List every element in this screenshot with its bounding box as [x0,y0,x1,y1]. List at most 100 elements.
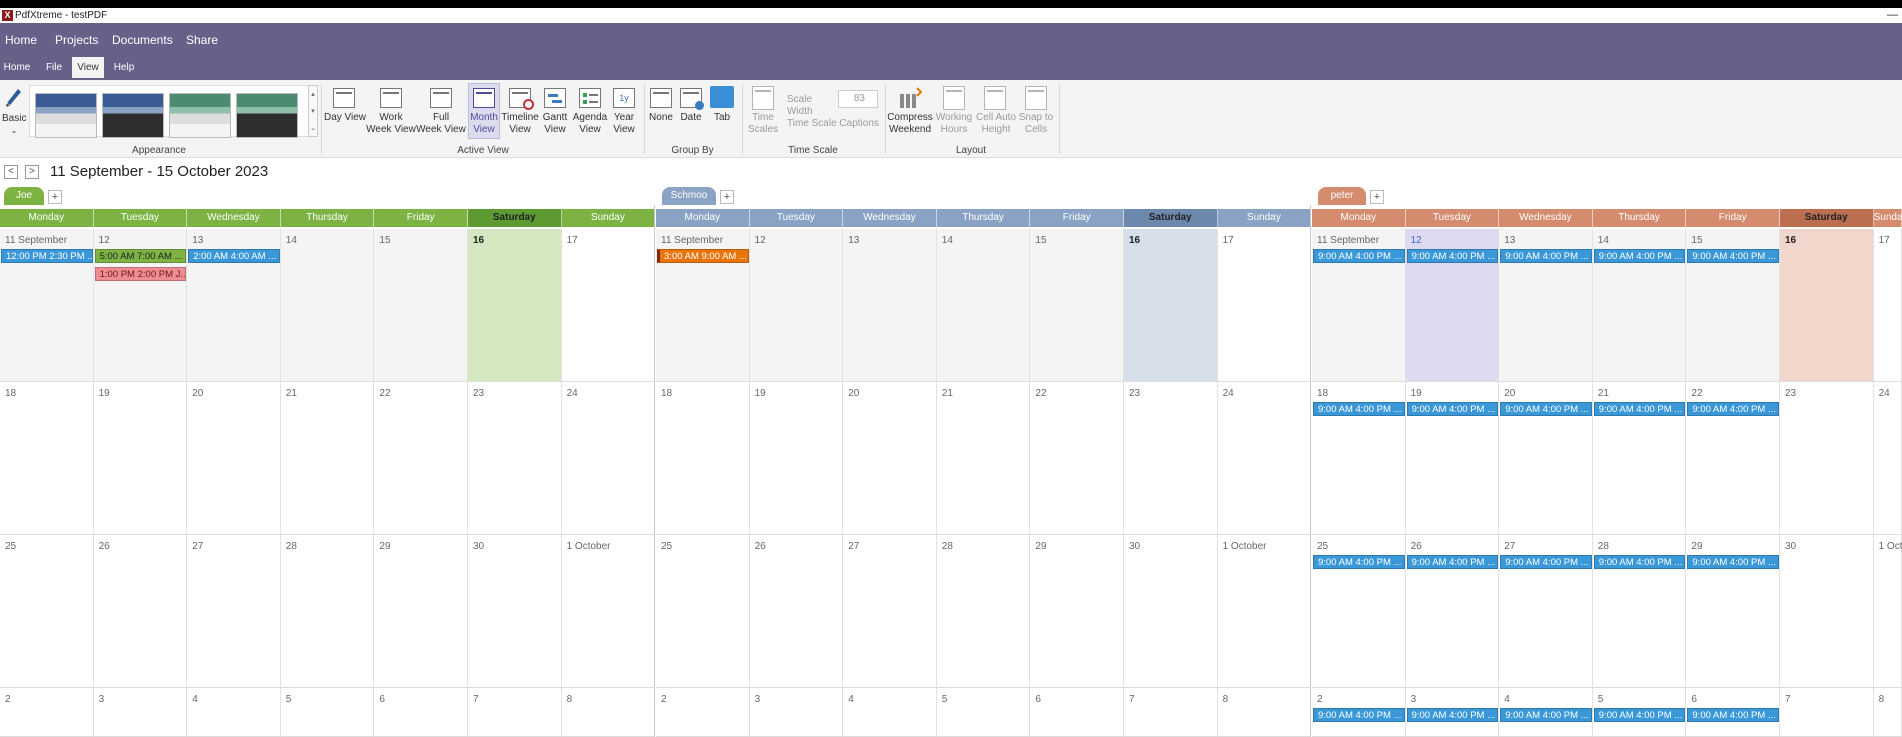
appointment[interactable]: 9:00 AM 4:00 PM ... [1313,708,1405,722]
day-cell[interactable]: 22 [1030,382,1124,535]
day-cell[interactable]: 8 [1217,688,1312,737]
day-cell[interactable]: 25 [0,535,94,688]
day-cell[interactable]: 13 [843,229,937,382]
group-by-tab-button[interactable]: Tab [706,112,738,124]
gallery-scroll[interactable]: ▴ ▾ ⌄ [308,85,318,137]
day-cell[interactable]: 18 [656,382,750,535]
day-cell[interactable]: 28 [280,535,375,688]
day-cell[interactable]: 29 [1030,535,1124,688]
timeline-view-button-line2[interactable]: View [500,124,540,136]
menu-home[interactable]: Home [5,33,37,47]
appointment[interactable]: 9:00 AM 4:00 PM ... [1406,249,1499,263]
prev-period-button[interactable]: < [4,165,18,179]
appointment[interactable]: 1:00 PM 2:00 PM J... [94,267,187,281]
day-cell[interactable]: 15 [1030,229,1124,382]
month-view-button-line1[interactable]: Month [466,112,502,124]
appointment[interactable]: 9:00 AM 4:00 PM ... [1593,249,1686,263]
time-scale-captions-dropdown[interactable]: Time Scale Captions [787,118,879,130]
group-by-none-button[interactable]: None [645,112,677,124]
day-cell[interactable]: 17 [1217,229,1312,382]
day-cell[interactable]: 17 [561,229,656,382]
gantt-view-button-line1[interactable]: Gantt [538,112,572,124]
group-by-date-button[interactable]: Date [676,112,706,124]
theme-swatch-green-dark[interactable] [236,93,298,138]
day-cell[interactable]: 19 [93,382,188,535]
day-cell[interactable]: 1 October [1217,535,1312,688]
resource-tab-schmoo[interactable]: Schmoo [662,187,716,205]
day-cell[interactable]: 14 [280,229,375,382]
menu-documents[interactable]: Documents [112,33,173,47]
day-cell[interactable]: 8 [561,688,656,737]
day-cell[interactable]: 20 [187,382,281,535]
appointment[interactable]: 9:00 AM 4:00 PM ... [1687,708,1779,722]
scale-width-spinner[interactable]: 83 [838,90,878,108]
compress-weekend-button-line1[interactable]: Compress [884,112,936,124]
day-cell[interactable]: 7 [1780,688,1874,737]
day-cell[interactable]: 23 [1124,382,1218,535]
chevron-down-icon[interactable]: ⌄ [8,125,20,137]
day-cell[interactable]: 8 [1873,688,1902,737]
appointment[interactable]: 9:00 AM 4:00 PM ... [1406,555,1499,569]
snap-to-cells-button-line1[interactable]: Snap to [1016,112,1056,124]
day-cell[interactable]: 28 [936,535,1031,688]
day-cell[interactable]: 3 [749,688,844,737]
compress-weekend-button-line2[interactable]: Weekend [884,124,936,136]
appointment[interactable]: 2:00 AM 4:00 AM ... [188,249,280,263]
year-view-button-line2[interactable]: View [606,124,642,136]
day-cell[interactable]: 7 [1124,688,1218,737]
day-cell[interactable]: 22 [374,382,468,535]
year-view-button-line1[interactable]: Year [606,112,642,124]
ribbon-tab-home[interactable]: Home [0,57,34,78]
cell-auto-height-button-line2[interactable]: Height [974,124,1018,136]
day-cell[interactable]: 2 [0,688,94,737]
appointment[interactable]: 9:00 AM 4:00 PM ... [1500,555,1592,569]
day-cell[interactable]: 1 October [561,535,656,688]
add-tab-button[interactable]: + [1370,190,1384,204]
day-view-button[interactable]: Day View [322,112,368,124]
basic-theme-button[interactable]: Basic [2,113,26,125]
appointment[interactable]: 9:00 AM 4:00 PM ... [1687,402,1779,416]
day-cell[interactable]: 3 [93,688,188,737]
time-scales-button-line1[interactable]: Time [742,112,784,124]
snap-to-cells-button-line2[interactable]: Cells [1016,124,1056,136]
appointment[interactable]: 9:00 AM 4:00 PM ... [1500,708,1592,722]
day-cell[interactable]: 4 [187,688,281,737]
appointment[interactable]: 9:00 AM 4:00 PM ... [1687,249,1779,263]
appointment[interactable]: 9:00 AM 4:00 PM ... [1593,555,1686,569]
day-cell[interactable]: 30 [1780,535,1874,688]
day-cell[interactable]: 26 [749,535,844,688]
working-hours-button-line1[interactable]: Working [934,112,974,124]
appointment[interactable]: 9:00 AM 4:00 PM ... [1593,402,1686,416]
menu-share[interactable]: Share [186,33,218,47]
add-tab-button[interactable]: + [48,190,62,204]
day-cell[interactable]: 17 [1873,229,1902,382]
minimize-button[interactable]: — [1887,8,1898,23]
appointment[interactable]: 5:00 AM 7:00 AM ... [94,249,187,263]
appointment[interactable]: 3:00 AM 9:00 AM ... [657,249,749,263]
next-period-button[interactable]: > [25,165,39,179]
day-cell[interactable]: 21 [280,382,375,535]
day-cell[interactable]: 14 [936,229,1031,382]
resource-tab-joe[interactable]: Joe [4,187,44,205]
appointment[interactable]: 12:00 PM 2:30 PM ... [1,249,93,263]
day-cell[interactable]: 1 October [1873,535,1902,688]
day-cell[interactable]: 27 [187,535,281,688]
day-cell[interactable]: 29 [374,535,468,688]
full-week-view-button-line1[interactable]: Full [416,112,466,124]
day-cell[interactable]: 5 [936,688,1031,737]
add-tab-button[interactable]: + [720,190,734,204]
appointment[interactable]: 9:00 AM 4:00 PM ... [1500,402,1592,416]
full-week-view-button-line2[interactable]: Week View [416,124,466,136]
day-cell[interactable]: 15 [374,229,468,382]
day-cell[interactable]: 4 [843,688,937,737]
day-cell[interactable]: 16 [1124,229,1218,382]
appointment[interactable]: 9:00 AM 4:00 PM ... [1313,249,1405,263]
theme-swatch-blue-light[interactable] [35,93,97,138]
day-cell[interactable]: 24 [1217,382,1312,535]
appointment[interactable]: 9:00 AM 4:00 PM ... [1313,402,1405,416]
day-cell[interactable]: 21 [936,382,1031,535]
time-scales-button-line2[interactable]: Scales [742,124,784,136]
appointment[interactable]: 9:00 AM 4:00 PM ... [1313,555,1405,569]
theme-gallery[interactable] [29,85,309,138]
agenda-view-button-line2[interactable]: View [570,124,610,136]
